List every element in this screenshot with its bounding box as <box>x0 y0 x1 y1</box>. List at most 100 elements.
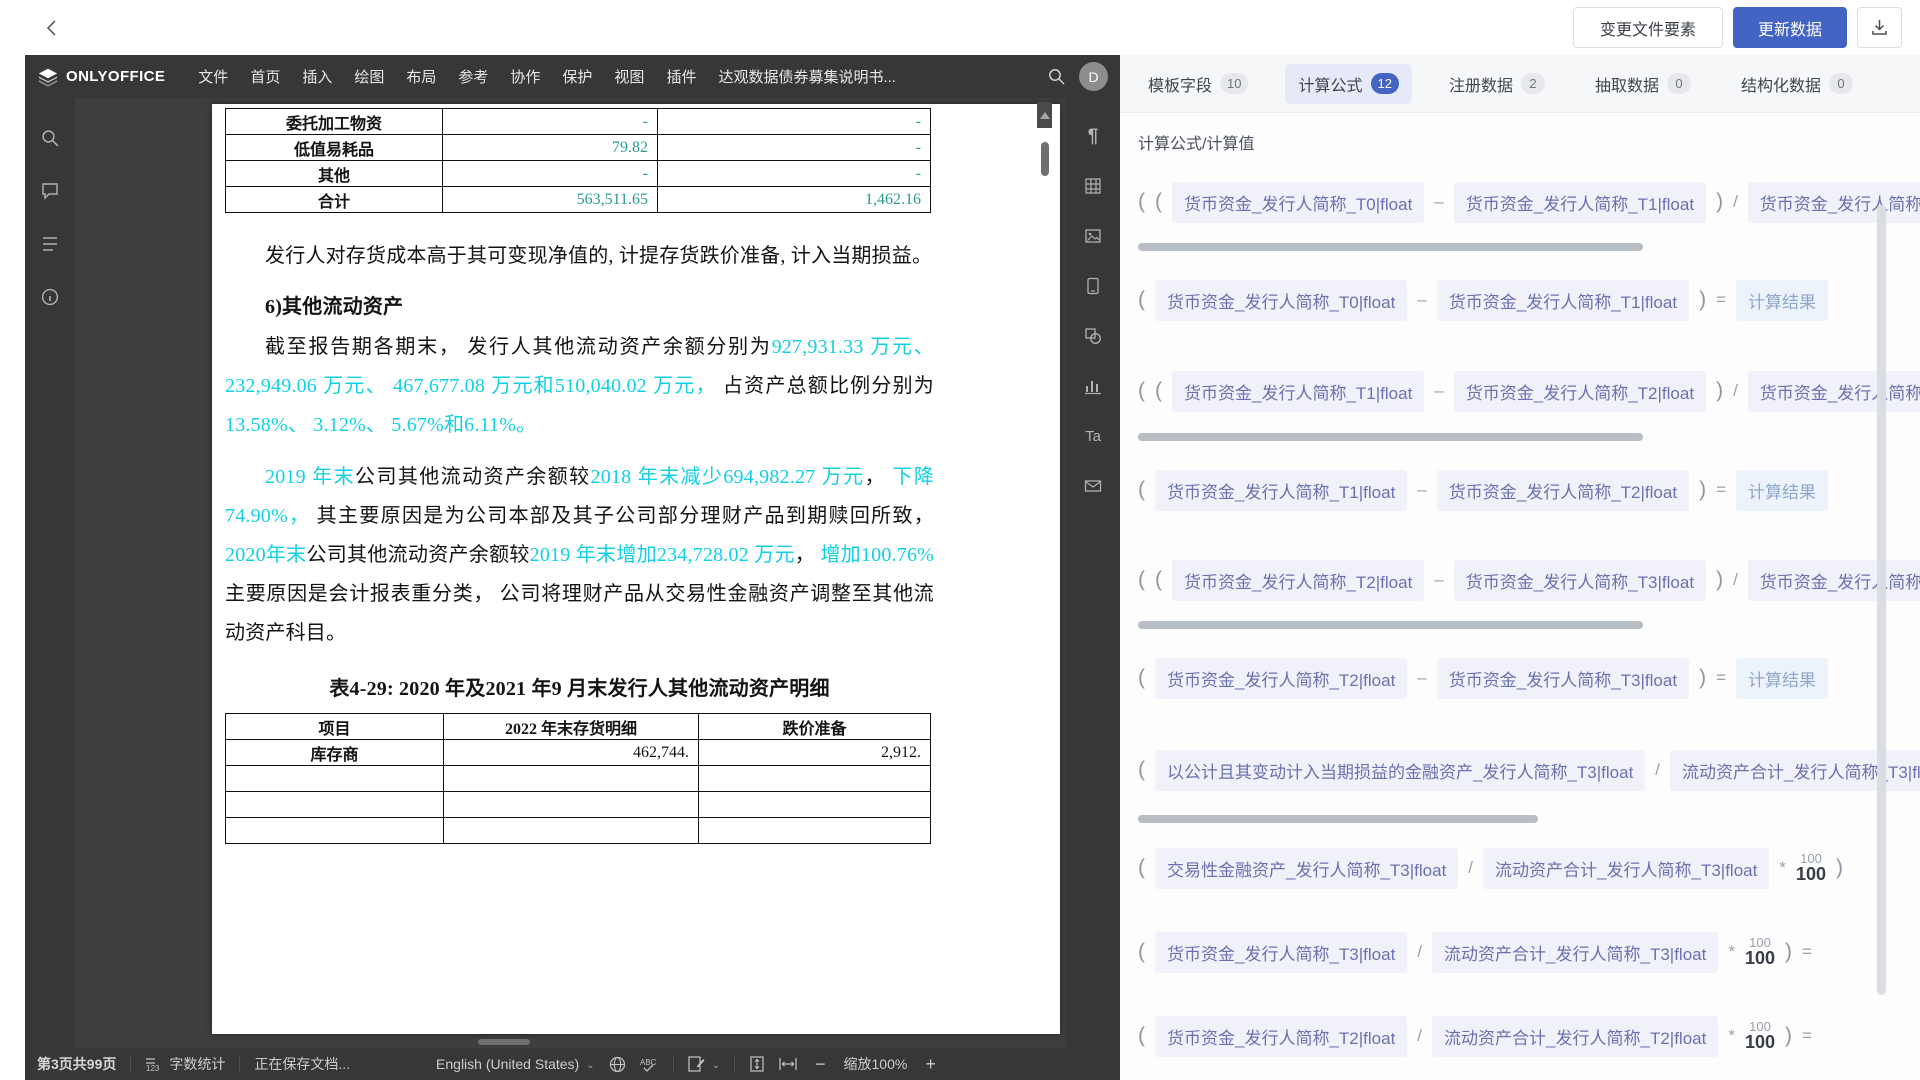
menu-item[interactable]: 协作 <box>499 66 551 87</box>
field-chip[interactable]: 流动资产合计_发行人简称_T2|float <box>1432 1016 1718 1057</box>
word-count-control[interactable]: 123 字数统计 <box>145 1054 225 1074</box>
field-chip[interactable]: 货币资金_发行人简称_T0|float <box>1172 182 1424 223</box>
field-chip[interactable]: 货币资金_发行人简称_T2|float <box>1454 371 1706 412</box>
field-chip[interactable]: 货币资金_发行人简称_T1|float <box>1748 182 1920 223</box>
field-chip[interactable]: 流动资产合计_发行人简称_T3|float <box>1432 932 1718 973</box>
formula-row[interactable]: (货币资金_发行人简称_T1|float–货币资金_发行人简称_T2|float… <box>1138 471 1920 509</box>
operator: / <box>1417 942 1422 962</box>
page-number-indicator[interactable]: 第3页共99页 <box>37 1054 116 1074</box>
field-chip[interactable]: 货币资金_发行人简称_T2|float <box>1748 371 1920 412</box>
mail-merge-icon[interactable] <box>1083 476 1103 496</box>
formula-row[interactable]: ((货币资金_发行人简称_T1|float–货币资金_发行人简称_T2|floa… <box>1138 372 1920 410</box>
tab-count-badge: 10 <box>1220 73 1248 94</box>
formula-row[interactable]: (交易性金融资产_发行人简称_T3|float/流动资产合计_发行人简称_T3|… <box>1138 849 1920 887</box>
result-chip[interactable]: 计算结果 <box>1736 280 1828 321</box>
image-settings-icon[interactable] <box>1083 226 1103 246</box>
chart-settings-icon[interactable] <box>1083 376 1103 396</box>
parenthesis: ) <box>1699 478 1706 502</box>
spellcheck-icon[interactable]: ABC <box>640 1057 659 1072</box>
formula-row[interactable]: (货币资金_发行人简称_T0|float–货币资金_发行人简称_T1|float… <box>1138 281 1920 319</box>
field-chip[interactable]: 货币资金_发行人简称_T2|float <box>1437 470 1689 511</box>
user-avatar[interactable]: D <box>1079 62 1108 91</box>
tab-模板字段[interactable]: 模板字段10 <box>1135 64 1261 104</box>
formula-row[interactable]: ((货币资金_发行人简称_T2|float–货币资金_发行人简称_T3|floa… <box>1138 561 1920 599</box>
language-selector[interactable]: English (United States) ⌄ <box>436 1056 595 1072</box>
field-chip[interactable]: 货币资金_发行人简称_T3|float <box>1155 932 1407 973</box>
field-chip[interactable]: 货币资金_发行人简称_T1|float <box>1155 470 1407 511</box>
field-chip[interactable]: 流动资产合计_发行人简称_T3|float <box>1483 848 1769 889</box>
field-chip[interactable]: 货币资金_发行人简称_T0|float <box>1155 280 1407 321</box>
shape-settings-icon[interactable] <box>1083 326 1103 346</box>
table-row: 库存商462,744.2,912. <box>226 740 931 766</box>
zoom-out-icon[interactable]: − <box>811 1054 830 1075</box>
result-chip[interactable]: 计算结果 <box>1736 470 1828 511</box>
formula-row[interactable]: (货币资金_发行人简称_T2|float/流动资产合计_发行人简称_T2|flo… <box>1138 1017 1920 1055</box>
find-icon[interactable] <box>40 128 60 148</box>
menu-item[interactable]: 文件 <box>187 66 239 87</box>
fit-page-icon[interactable] <box>749 1056 765 1072</box>
doc-vertical-scrollbar[interactable] <box>1041 142 1049 176</box>
menu-item[interactable]: 保护 <box>551 66 603 87</box>
menu-item-document-title[interactable]: 达观数据债券募集说明书... <box>707 66 907 87</box>
zoom-level-indicator[interactable]: 缩放100% <box>844 1054 908 1074</box>
horizontal-scrollbar[interactable] <box>1138 243 1643 251</box>
result-chip[interactable]: 计算结果 <box>1736 658 1828 699</box>
field-chip[interactable]: 货币资金_发行人简称_T2|float <box>1155 1016 1407 1057</box>
field-chip[interactable]: 货币资金_发行人简称_T2|float <box>1172 560 1424 601</box>
headers-footers-icon[interactable] <box>1083 276 1103 296</box>
parenthesis: ( <box>1138 856 1145 880</box>
field-chip[interactable]: 货币资金_发行人简称_T3|float <box>1454 560 1706 601</box>
comments-icon[interactable] <box>40 181 60 201</box>
about-icon[interactable] <box>40 287 60 307</box>
change-file-elements-button[interactable]: 变更文件要素 <box>1573 7 1723 48</box>
formula-row[interactable]: (货币资金_发行人简称_T2|float–货币资金_发行人简称_T3|float… <box>1138 659 1920 697</box>
menu-item[interactable]: 插件 <box>655 66 707 87</box>
horizontal-scrollbar[interactable] <box>1138 815 1538 823</box>
tab-注册数据[interactable]: 注册数据2 <box>1436 64 1558 104</box>
menu-item[interactable]: 布局 <box>395 66 447 87</box>
panel-vertical-scrollbar[interactable] <box>1877 205 1886 995</box>
document-canvas[interactable]: 委托加工物资--低值易耗品79.82-其他--合计563,511.651,462… <box>75 98 1066 1048</box>
horizontal-scrollbar[interactable] <box>1138 433 1643 441</box>
tab-抽取数据[interactable]: 抽取数据0 <box>1582 64 1704 104</box>
field-chip[interactable]: 货币资金_发行人简称_T3|float <box>1437 658 1689 699</box>
field-chip[interactable]: 货币资金_发行人简称_T1|float <box>1172 371 1424 412</box>
right-toolbar: ¶ Ta <box>1066 98 1120 1048</box>
parenthesis: ( <box>1138 379 1145 403</box>
search-icon[interactable] <box>1041 62 1071 92</box>
update-data-button[interactable]: 更新数据 <box>1733 7 1847 48</box>
field-chip[interactable]: 以公计且其变动计入当期损益的金融资产_发行人简称_T3|float <box>1155 750 1645 791</box>
track-changes-control[interactable]: ⌄ <box>688 1056 720 1072</box>
field-chip[interactable]: 货币资金_发行人简称_T3|float <box>1748 560 1920 601</box>
menu-item[interactable]: 视图 <box>603 66 655 87</box>
menu-item[interactable]: 参考 <box>447 66 499 87</box>
parenthesis: ) <box>1716 379 1723 403</box>
document-page[interactable]: 委托加工物资--低值易耗品79.82-其他--合计563,511.651,462… <box>212 104 1060 1034</box>
formula-row[interactable]: ((货币资金_发行人简称_T0|float–货币资金_发行人简称_T1|floa… <box>1138 183 1920 221</box>
download-button[interactable] <box>1857 7 1902 48</box>
horizontal-scrollbar[interactable] <box>1138 621 1643 629</box>
field-chip[interactable]: 交易性金融资产_发行人简称_T3|float <box>1155 848 1458 889</box>
doc-horizontal-scrollbar[interactable] <box>478 1039 530 1045</box>
menu-item[interactable]: 首页 <box>239 66 291 87</box>
navigation-icon[interactable] <box>40 234 60 254</box>
back-icon[interactable] <box>38 14 66 42</box>
text-art-settings-icon[interactable]: Ta <box>1083 426 1103 446</box>
table-settings-icon[interactable] <box>1083 176 1103 196</box>
field-chip[interactable]: 货币资金_发行人简称_T1|float <box>1454 182 1706 223</box>
onlyoffice-logo: ONLYOFFICE <box>37 66 165 88</box>
tab-结构化数据[interactable]: 结构化数据0 <box>1728 64 1866 104</box>
field-chip[interactable]: 货币资金_发行人简称_T1|float <box>1437 280 1689 321</box>
formula-row[interactable]: (以公计且其变动计入当期损益的金融资产_发行人简称_T3|float/流动资产合… <box>1138 751 1920 789</box>
zoom-in-icon[interactable]: + <box>921 1054 940 1075</box>
menu-item[interactable]: 绘图 <box>343 66 395 87</box>
tab-计算公式[interactable]: 计算公式12 <box>1285 64 1411 104</box>
operator: – <box>1417 668 1426 688</box>
set-language-globe-icon[interactable] <box>609 1056 626 1073</box>
fit-width-icon[interactable] <box>779 1057 797 1071</box>
paragraph-settings-icon[interactable]: ¶ <box>1083 126 1103 146</box>
field-chip[interactable]: 货币资金_发行人简称_T2|float <box>1155 658 1407 699</box>
doc-scroll-up-button[interactable] <box>1037 102 1052 128</box>
menu-item[interactable]: 插入 <box>291 66 343 87</box>
formula-row[interactable]: (货币资金_发行人简称_T3|float/流动资产合计_发行人简称_T3|flo… <box>1138 933 1920 971</box>
